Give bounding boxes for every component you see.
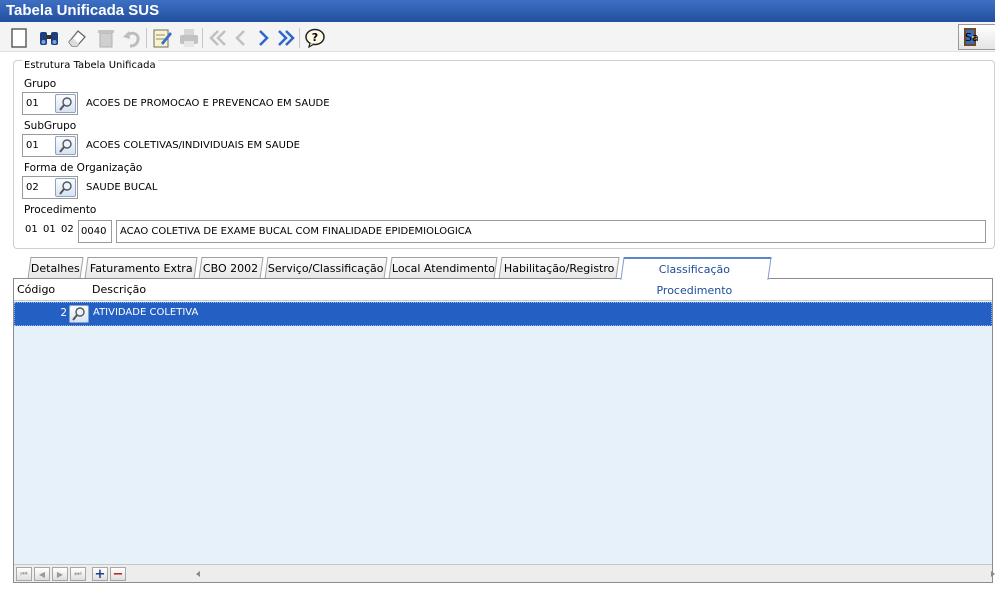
row-lookup-button[interactable] [69, 305, 89, 323]
grid-footer: ⏮ ◀ ▶ ⏭ + − [14, 564, 995, 582]
eraser-icon[interactable] [65, 26, 89, 50]
magnifier-icon [58, 180, 72, 195]
tab-habilitacao-registro[interactable]: Habilitação/Registro [498, 257, 620, 279]
procedimento-grupo-part: 01 [25, 224, 38, 235]
tab-label: CBO 2002 [203, 262, 259, 275]
structure-legend: Estrutura Tabela Unificada [22, 60, 158, 71]
help-icon[interactable]: ? [303, 26, 327, 50]
magnifier-icon [58, 138, 72, 153]
magnifier-icon [72, 307, 85, 321]
grupo-lookup-button[interactable] [55, 94, 76, 113]
procedimento-code-field[interactable]: 0040 [78, 220, 112, 243]
subgrupo-label: SubGrupo [24, 120, 77, 132]
forma-lookup-button[interactable] [55, 178, 76, 197]
new-icon[interactable] [7, 26, 31, 50]
next-record-icon[interactable]: ▶ [52, 567, 68, 581]
exit-button[interactable]: Sa [958, 24, 995, 50]
remove-row-button[interactable]: − [110, 567, 126, 582]
tab-faturamento-extra[interactable]: Faturamento Extra [84, 257, 198, 279]
next-icon[interactable] [251, 26, 275, 50]
last-record-icon[interactable]: ⏭ [70, 567, 86, 581]
procedimento-forma-part: 02 [61, 224, 74, 235]
table-row[interactable]: 2 ATIVIDADE COLETIVA [14, 302, 992, 326]
row-description[interactable]: ATIVIDADE COLETIVA [93, 307, 198, 318]
tab-label: Local Atendimento [391, 262, 495, 275]
grupo-description: ACOES DE PROMOCAO E PREVENCAO EM SAUDE [86, 98, 330, 109]
procedimento-label: Procedimento [24, 204, 97, 216]
trash-icon[interactable] [94, 26, 118, 50]
undo-icon[interactable] [120, 26, 144, 50]
tab-label: Habilitação/Registro [503, 262, 615, 275]
print-icon[interactable] [177, 26, 201, 50]
column-header-codigo[interactable]: Código [17, 283, 55, 296]
tab-detalhes[interactable]: Detalhes [27, 257, 84, 279]
tab-label: Faturamento Extra [89, 262, 193, 275]
tab-classificacao-procedimento[interactable]: Classificação Procedimento [620, 257, 772, 297]
tab-label: Detalhes [31, 262, 80, 275]
svg-text:?: ? [312, 31, 318, 44]
add-row-button[interactable]: + [92, 567, 108, 582]
tab-cbo-2002[interactable]: CBO 2002 [198, 257, 264, 279]
tab-local-atendimento[interactable]: Local Atendimento [388, 257, 498, 279]
grid-header: Código Descrição [14, 279, 992, 301]
binoculars-icon[interactable] [37, 26, 61, 50]
first-record-icon[interactable]: ⏮ [16, 567, 32, 581]
prev-icon[interactable] [229, 26, 253, 50]
tab-label: Classificação Procedimento [656, 263, 733, 297]
tab-label: Serviço/Classificação [268, 262, 384, 275]
prev-record-icon[interactable]: ◀ [34, 567, 50, 581]
subgrupo-description: ACOES COLETIVAS/INDIVIDUAIS EM SAUDE [86, 140, 300, 151]
tab-servico-classificacao[interactable]: Serviço/Classificação [264, 257, 388, 279]
forma-description: SAUDE BUCAL [86, 182, 158, 193]
grupo-label: Grupo [24, 78, 57, 90]
column-header-descricao[interactable]: Descrição [92, 283, 146, 296]
classificacao-grid: Código Descrição 2 ATIVIDADE COLETIVA ⏮ … [13, 278, 995, 583]
first-icon[interactable] [206, 26, 230, 50]
exit-button-label: Sa [965, 30, 979, 44]
row-code[interactable]: 2 [15, 307, 67, 319]
window-title: Tabela Unificada SUS [0, 0, 995, 22]
procedimento-subgrupo-part: 01 [43, 224, 56, 235]
procedimento-description-field[interactable]: ACAO COLETIVA DE EXAME BUCAL COM FINALID… [116, 220, 986, 243]
subgrupo-lookup-button[interactable] [55, 136, 76, 155]
toolbar: ? [0, 22, 995, 52]
last-icon[interactable] [274, 26, 298, 50]
forma-label: Forma de Organização [24, 162, 143, 174]
magnifier-icon [58, 96, 72, 111]
edit-icon[interactable] [150, 26, 174, 50]
horizontal-scrollbar[interactable] [194, 567, 995, 581]
